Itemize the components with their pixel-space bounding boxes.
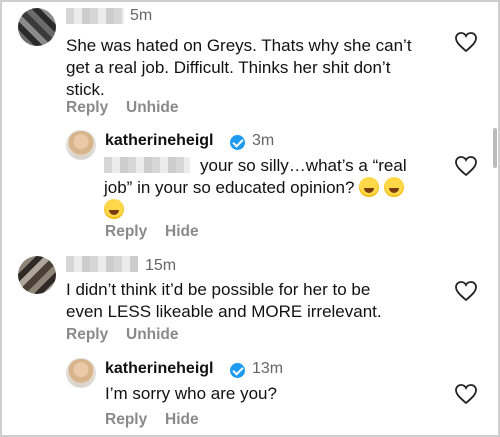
tears-of-joy-emoji (104, 199, 124, 219)
timestamp: 5m (130, 7, 153, 24)
timestamp: 15m (145, 257, 177, 274)
comment-text: your so silly…what’s a “real job” in you… (104, 155, 454, 221)
redacted-username (66, 8, 124, 24)
username[interactable]: katherineheigl (105, 360, 213, 378)
timestamp: 13m (252, 360, 284, 377)
avatar[interactable] (66, 358, 96, 388)
heart-outline-icon[interactable] (454, 155, 478, 177)
heart-outline-icon[interactable] (454, 280, 478, 302)
avatar[interactable] (18, 256, 56, 294)
avatar[interactable] (66, 130, 96, 160)
reply-button[interactable]: Reply (105, 223, 147, 241)
verified-badge-icon (230, 135, 245, 150)
comment-text: I’m sorry who are you? (105, 384, 277, 403)
comment-text: I didn’t think it’d be possible for her … (66, 280, 382, 321)
verified-badge-icon (230, 363, 245, 378)
unhide-button[interactable]: Unhide (126, 326, 179, 344)
reply-button[interactable]: Reply (105, 411, 147, 429)
username[interactable]: katherineheigl (105, 132, 213, 150)
reply-button[interactable]: Reply (66, 326, 108, 344)
heart-outline-icon[interactable] (454, 383, 478, 405)
scrollbar[interactable] (493, 128, 497, 168)
reply-button[interactable]: Reply (66, 99, 108, 117)
comment-text: She was hated on Greys. Thats why she ca… (66, 36, 412, 99)
tears-of-joy-emoji (359, 177, 380, 197)
hide-button[interactable]: Hide (165, 223, 199, 241)
heart-outline-icon[interactable] (454, 31, 478, 53)
unhide-button[interactable]: Unhide (126, 99, 179, 117)
hide-button[interactable]: Hide (165, 411, 199, 429)
avatar[interactable] (18, 8, 56, 46)
tears-of-joy-emoji (383, 177, 404, 197)
redacted-username (66, 256, 138, 272)
timestamp: 3m (252, 132, 275, 149)
